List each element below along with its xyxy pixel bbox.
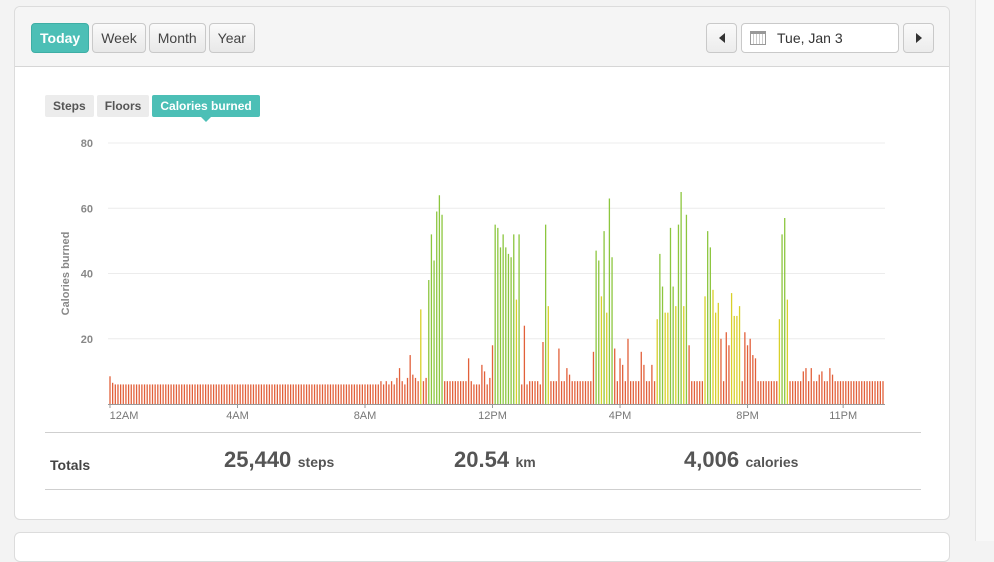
caret-right-icon — [915, 33, 922, 43]
next-panel — [14, 532, 950, 562]
panel-header: Today Week Month Year Tue, Jan 3 — [15, 7, 949, 67]
x-tick-label: 4AM — [226, 410, 249, 422]
y-tick-label: 20 — [81, 334, 93, 346]
calories-chart: 20 40 60 80 Calories burned 12AM 4AM 8AM 12PM 4PM… — [60, 138, 885, 422]
tab-week[interactable]: Week — [92, 23, 146, 53]
tab-month[interactable]: Month — [148, 23, 206, 53]
range-tabs: Today Week Month Year — [31, 23, 255, 53]
x-tick-label: 4PM — [609, 410, 632, 422]
y-axis-label: Calories burned — [60, 232, 72, 316]
tab-floors[interactable]: Floors — [96, 95, 150, 117]
x-tick-label: 11PM — [829, 410, 857, 422]
total-steps: 25,440 steps — [224, 447, 334, 473]
x-tick-label: 8PM — [736, 410, 759, 422]
x-tick-label: 12AM — [110, 410, 139, 422]
total-distance: 20.54 km — [454, 447, 536, 473]
total-steps-unit: steps — [297, 454, 335, 470]
tab-today[interactable]: Today — [31, 23, 90, 53]
totals-label: Totals — [50, 457, 91, 473]
total-calories: 4,006 calories — [684, 447, 798, 473]
metric-tabs: Steps Floors Calories burned — [45, 95, 260, 122]
scrollbar-track[interactable] — [975, 0, 994, 541]
total-distance-unit: km — [515, 454, 536, 470]
date-navigator: Tue, Jan 3 — [706, 23, 934, 53]
tab-year[interactable]: Year — [208, 23, 255, 53]
y-tick-label: 40 — [81, 269, 93, 281]
calendar-icon — [750, 31, 766, 45]
totals-row: Totals 25,440 steps 20.54 km 4,006 calor… — [45, 432, 921, 490]
y-tick-label: 60 — [81, 203, 93, 215]
date-label: Tue, Jan 3 — [777, 30, 843, 46]
previous-day-button[interactable] — [706, 23, 737, 53]
x-tick-label: 12PM — [478, 410, 507, 422]
x-tick-label: 8AM — [354, 410, 377, 422]
next-day-button[interactable] — [903, 23, 934, 53]
total-steps-value: 25,440 — [224, 447, 292, 472]
y-tick-label: 80 — [81, 138, 93, 150]
date-picker[interactable]: Tue, Jan 3 — [741, 23, 899, 53]
total-calories-unit: calories — [745, 454, 799, 470]
tab-calories-burned[interactable]: Calories burned — [152, 95, 260, 122]
caret-left-icon — [718, 33, 725, 43]
total-distance-value: 20.54 — [454, 447, 510, 472]
tab-steps[interactable]: Steps — [45, 95, 94, 117]
total-calories-value: 4,006 — [684, 447, 740, 472]
activity-panel: Today Week Month Year Tue, Jan 3 Steps F… — [14, 6, 950, 520]
